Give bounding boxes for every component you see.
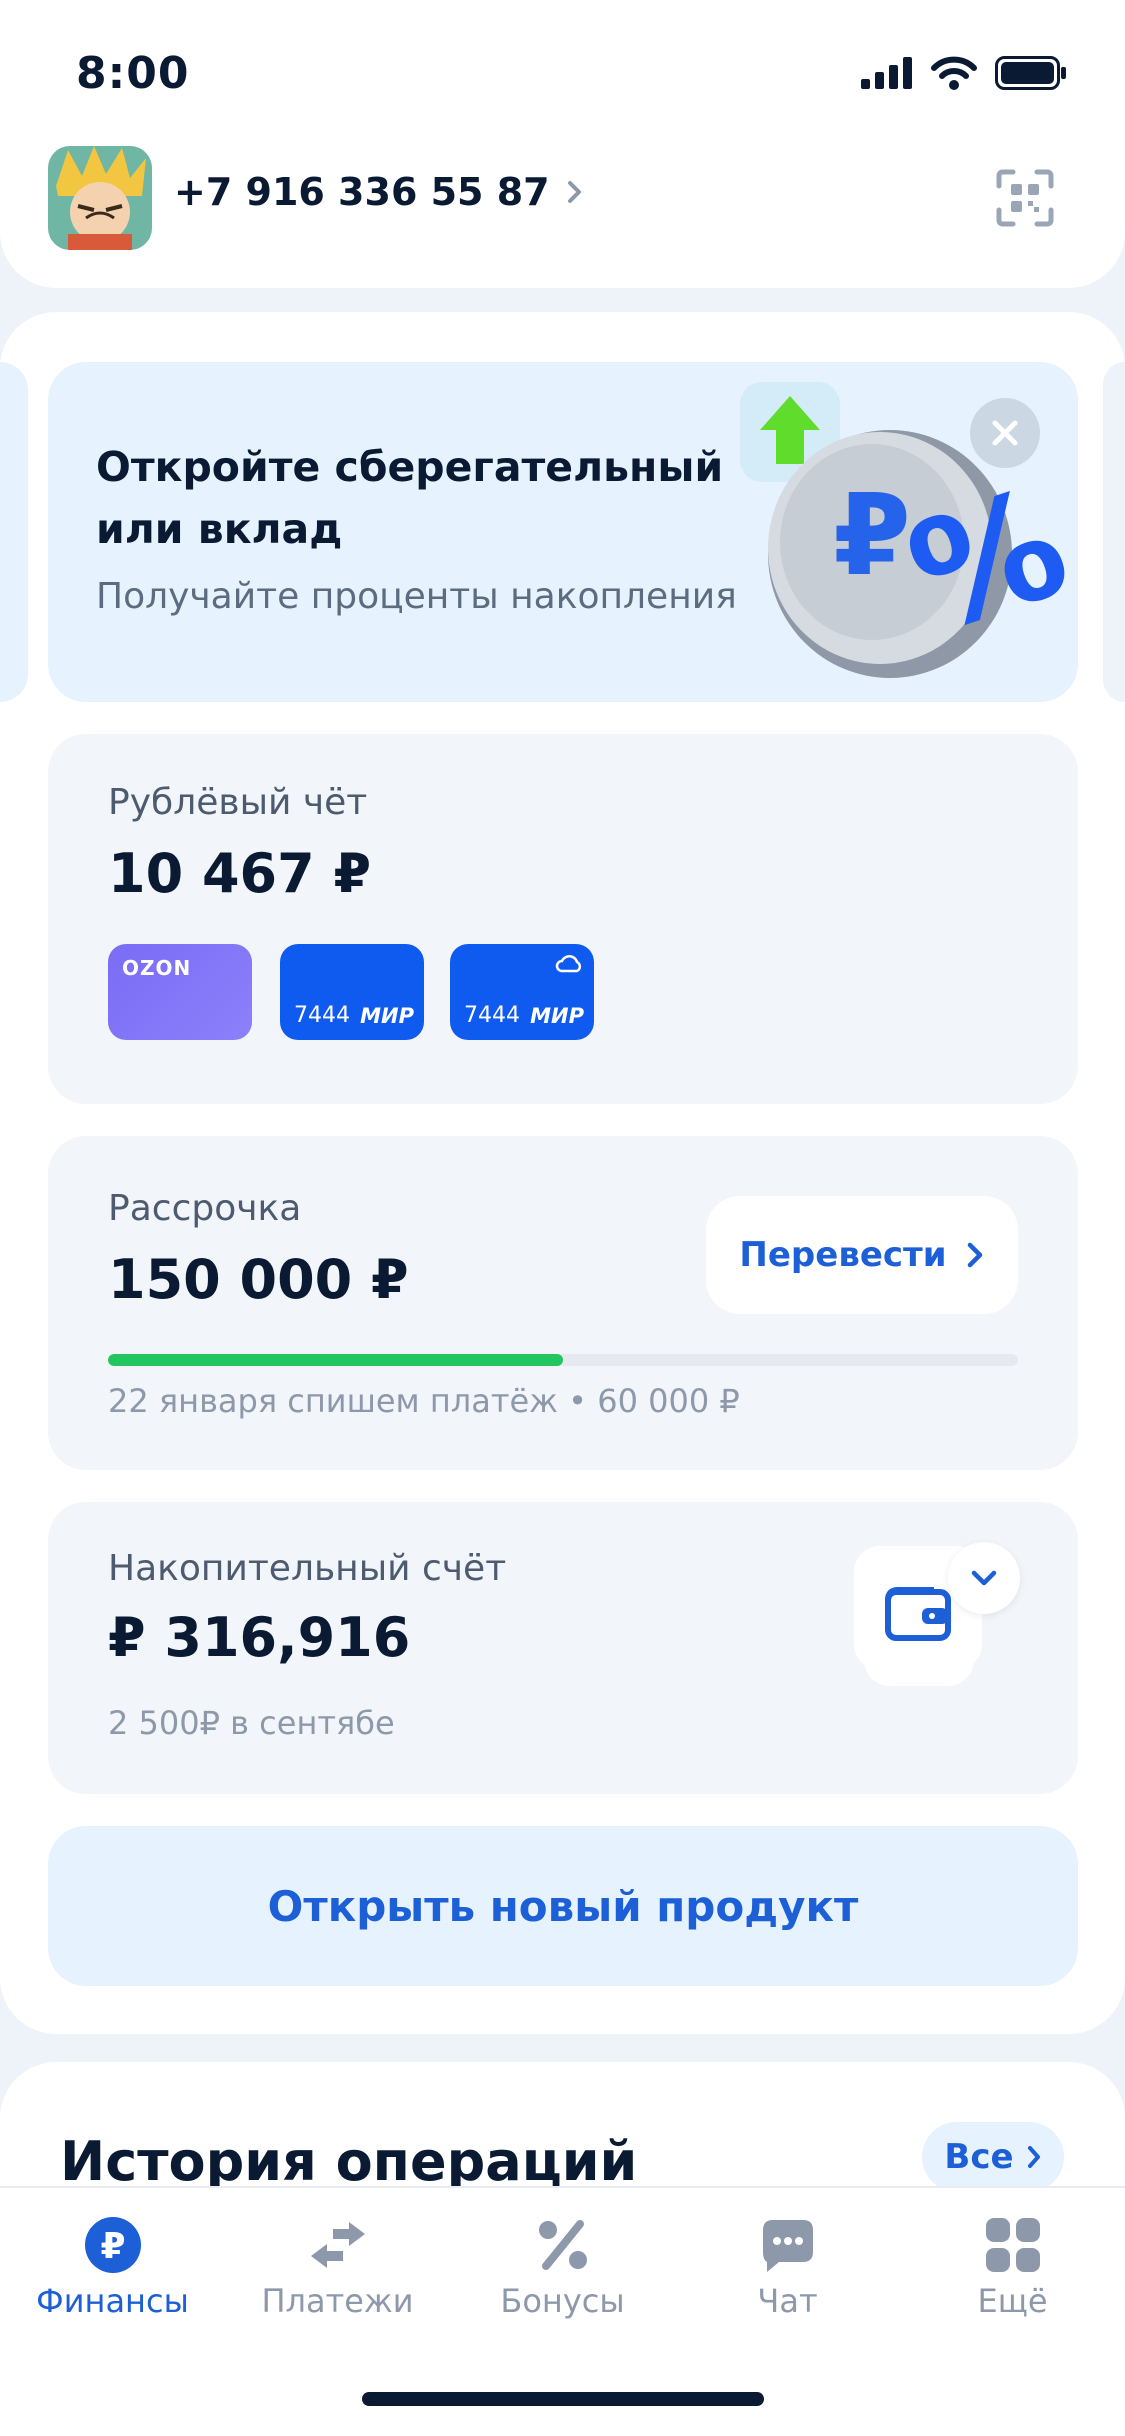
ruble-account-amount: 10 467 ₽ <box>108 842 372 905</box>
tab-label: Финансы <box>36 2282 189 2320</box>
tab-payments[interactable]: Платежи <box>225 2216 450 2320</box>
battery-icon <box>995 56 1066 90</box>
tab-finances[interactable]: ₽ Финансы <box>0 2216 225 2320</box>
home-indicator[interactable] <box>362 2392 764 2406</box>
status-icons <box>861 56 1067 90</box>
mir-logo: МИР <box>360 1004 414 1028</box>
avatar[interactable] <box>48 146 152 250</box>
history-title: История операций <box>60 2130 638 2193</box>
savings-note: 2 500₽ в сентябе <box>108 1704 395 1742</box>
carousel-next-card[interactable] <box>1103 362 1125 702</box>
chevron-right-icon <box>967 1242 982 1268</box>
chevron-right-icon <box>1027 2146 1040 2168</box>
ozon-card[interactable]: OZON <box>108 944 252 1040</box>
signal-icon <box>861 57 912 89</box>
open-new-product-label: Открыть новый продукт <box>267 1881 859 1931</box>
status-time: 8:00 <box>76 48 190 99</box>
phone-link[interactable]: +7 916 336 55 87 <box>174 170 584 214</box>
installment-amount: 150 000 ₽ <box>108 1248 409 1311</box>
ruble-account-label: Рублёвый чёт <box>108 782 368 823</box>
transfer-button[interactable]: Перевести <box>706 1196 1018 1314</box>
qr-scan-icon[interactable] <box>995 168 1055 228</box>
history-all-label: Все <box>944 2137 1014 2177</box>
tab-label: Платежи <box>261 2282 414 2320</box>
chevron-down-icon <box>971 1570 997 1586</box>
installment-progress-bar <box>108 1354 1018 1366</box>
wallet-icon <box>885 1587 951 1641</box>
wifi-icon <box>931 56 977 90</box>
savings-amount: ₽ 316,916 <box>108 1606 411 1669</box>
tab-label: Чат <box>757 2282 818 2320</box>
history-all-button[interactable]: Все <box>922 2122 1064 2192</box>
tab-label: Бонусы <box>500 2282 625 2320</box>
transfer-arrows-icon <box>310 2222 365 2268</box>
percent-icon <box>538 2220 587 2270</box>
tab-chat[interactable]: Чат <box>675 2216 900 2320</box>
mir-virtual-card[interactable]: 7444 МИР <box>450 944 594 1040</box>
expand-button[interactable] <box>948 1542 1020 1614</box>
card-number: 7444 <box>294 1003 350 1028</box>
tab-label: Ещё <box>977 2282 1048 2320</box>
savings-label: Накопительный счёт <box>108 1548 507 1589</box>
installment-progress-fill <box>108 1354 563 1366</box>
close-icon <box>992 420 1018 446</box>
grid-icon <box>985 2218 1040 2272</box>
promo-subtitle: Получайте проценты накопления <box>96 576 737 617</box>
cloud-icon <box>555 955 582 973</box>
tab-bonuses[interactable]: Бонусы <box>450 2216 675 2320</box>
ozon-card-brand: OZON <box>122 956 192 980</box>
open-new-product-button[interactable]: Открыть новый продукт <box>48 1826 1078 1986</box>
installment-card[interactable]: Рассрочка 150 000 ₽ Перевести 22 января … <box>48 1136 1078 1470</box>
installment-note: 22 января спишем платёж • 60 000 ₽ <box>108 1382 740 1420</box>
tab-more[interactable]: Ещё <box>900 2216 1125 2320</box>
ruble-account-card[interactable]: Рублёвый чёт 10 467 ₽ OZON 7444 МИР 7444… <box>48 734 1078 1104</box>
chat-icon <box>762 2220 813 2272</box>
installment-label: Рассрочка <box>108 1188 302 1229</box>
chevron-right-icon <box>567 181 581 203</box>
mir-card[interactable]: 7444 МИР <box>280 944 424 1040</box>
mir-logo: МИР <box>530 1004 584 1028</box>
promo-close-button[interactable] <box>970 398 1040 468</box>
svg-text:₽: ₽ <box>833 471 911 601</box>
carousel-prev-card[interactable] <box>0 362 28 702</box>
promo-banner[interactable]: Откройте сберегательный или вклад Получа… <box>48 362 1078 702</box>
ruble-icon: ₽ <box>84 2217 141 2273</box>
promo-title: Откройте сберегательный или вклад <box>96 443 724 553</box>
phone-number: +7 916 336 55 87 <box>174 170 550 214</box>
header-panel <box>0 0 1125 288</box>
transfer-label: Перевести <box>739 1235 947 1275</box>
svg-text:₽: ₽ <box>100 2226 125 2267</box>
card-number: 7444 <box>464 1003 520 1028</box>
savings-account-card[interactable]: Накопительный счёт ₽ 316,916 2 500₽ в се… <box>48 1502 1078 1794</box>
